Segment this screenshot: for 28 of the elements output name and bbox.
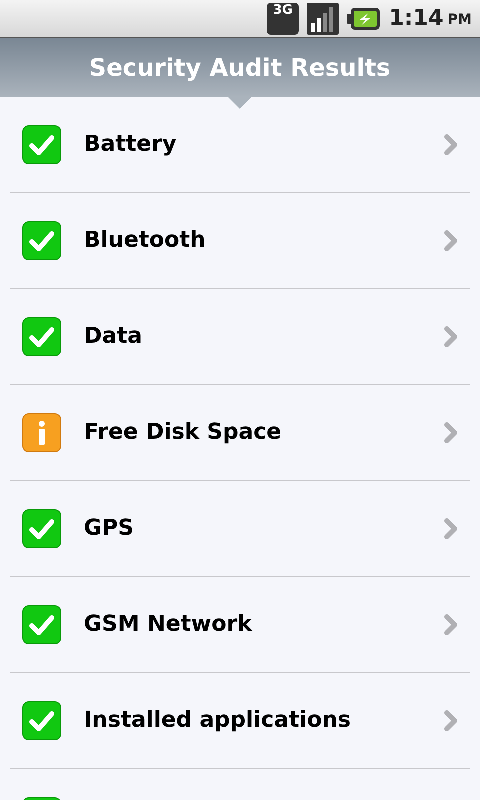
chevron-icon <box>444 326 458 348</box>
audit-list-item[interactable]: Installed applications <box>10 673 470 769</box>
item-label: GPS <box>84 515 136 543</box>
audit-list-item[interactable]: Bluetooth <box>10 193 470 289</box>
item-label: Data <box>84 323 144 351</box>
item-label: Installed applications <box>84 707 352 735</box>
battery-icon <box>347 6 382 30</box>
audit-list-item[interactable]: GSM Network <box>10 577 470 673</box>
item-label: Free Disk Space <box>84 419 283 447</box>
item-label: Battery <box>84 131 178 159</box>
item-label: Bluetooth <box>84 227 207 255</box>
signal-icon <box>307 2 340 34</box>
chevron-icon <box>444 134 458 156</box>
audit-list-item[interactable]: Battery <box>10 97 470 193</box>
audit-list-item[interactable]: Free Disk Space <box>10 385 470 481</box>
clock-time: 1:14 <box>389 5 444 33</box>
chevron-icon <box>444 518 458 540</box>
chevron-icon <box>444 230 458 252</box>
clock-period: PM <box>448 11 472 30</box>
chevron-icon <box>444 710 458 732</box>
pointer-notch <box>228 97 252 109</box>
item-label: GSM Network <box>84 611 254 639</box>
audit-list-item[interactable]: Data <box>10 289 470 385</box>
network-badge: 3G <box>267 2 300 34</box>
chevron-icon <box>444 422 458 444</box>
screen-title: Security Audit Results <box>89 52 391 84</box>
chevron-icon <box>444 614 458 636</box>
audit-list-item[interactable]: GPS <box>10 481 470 577</box>
